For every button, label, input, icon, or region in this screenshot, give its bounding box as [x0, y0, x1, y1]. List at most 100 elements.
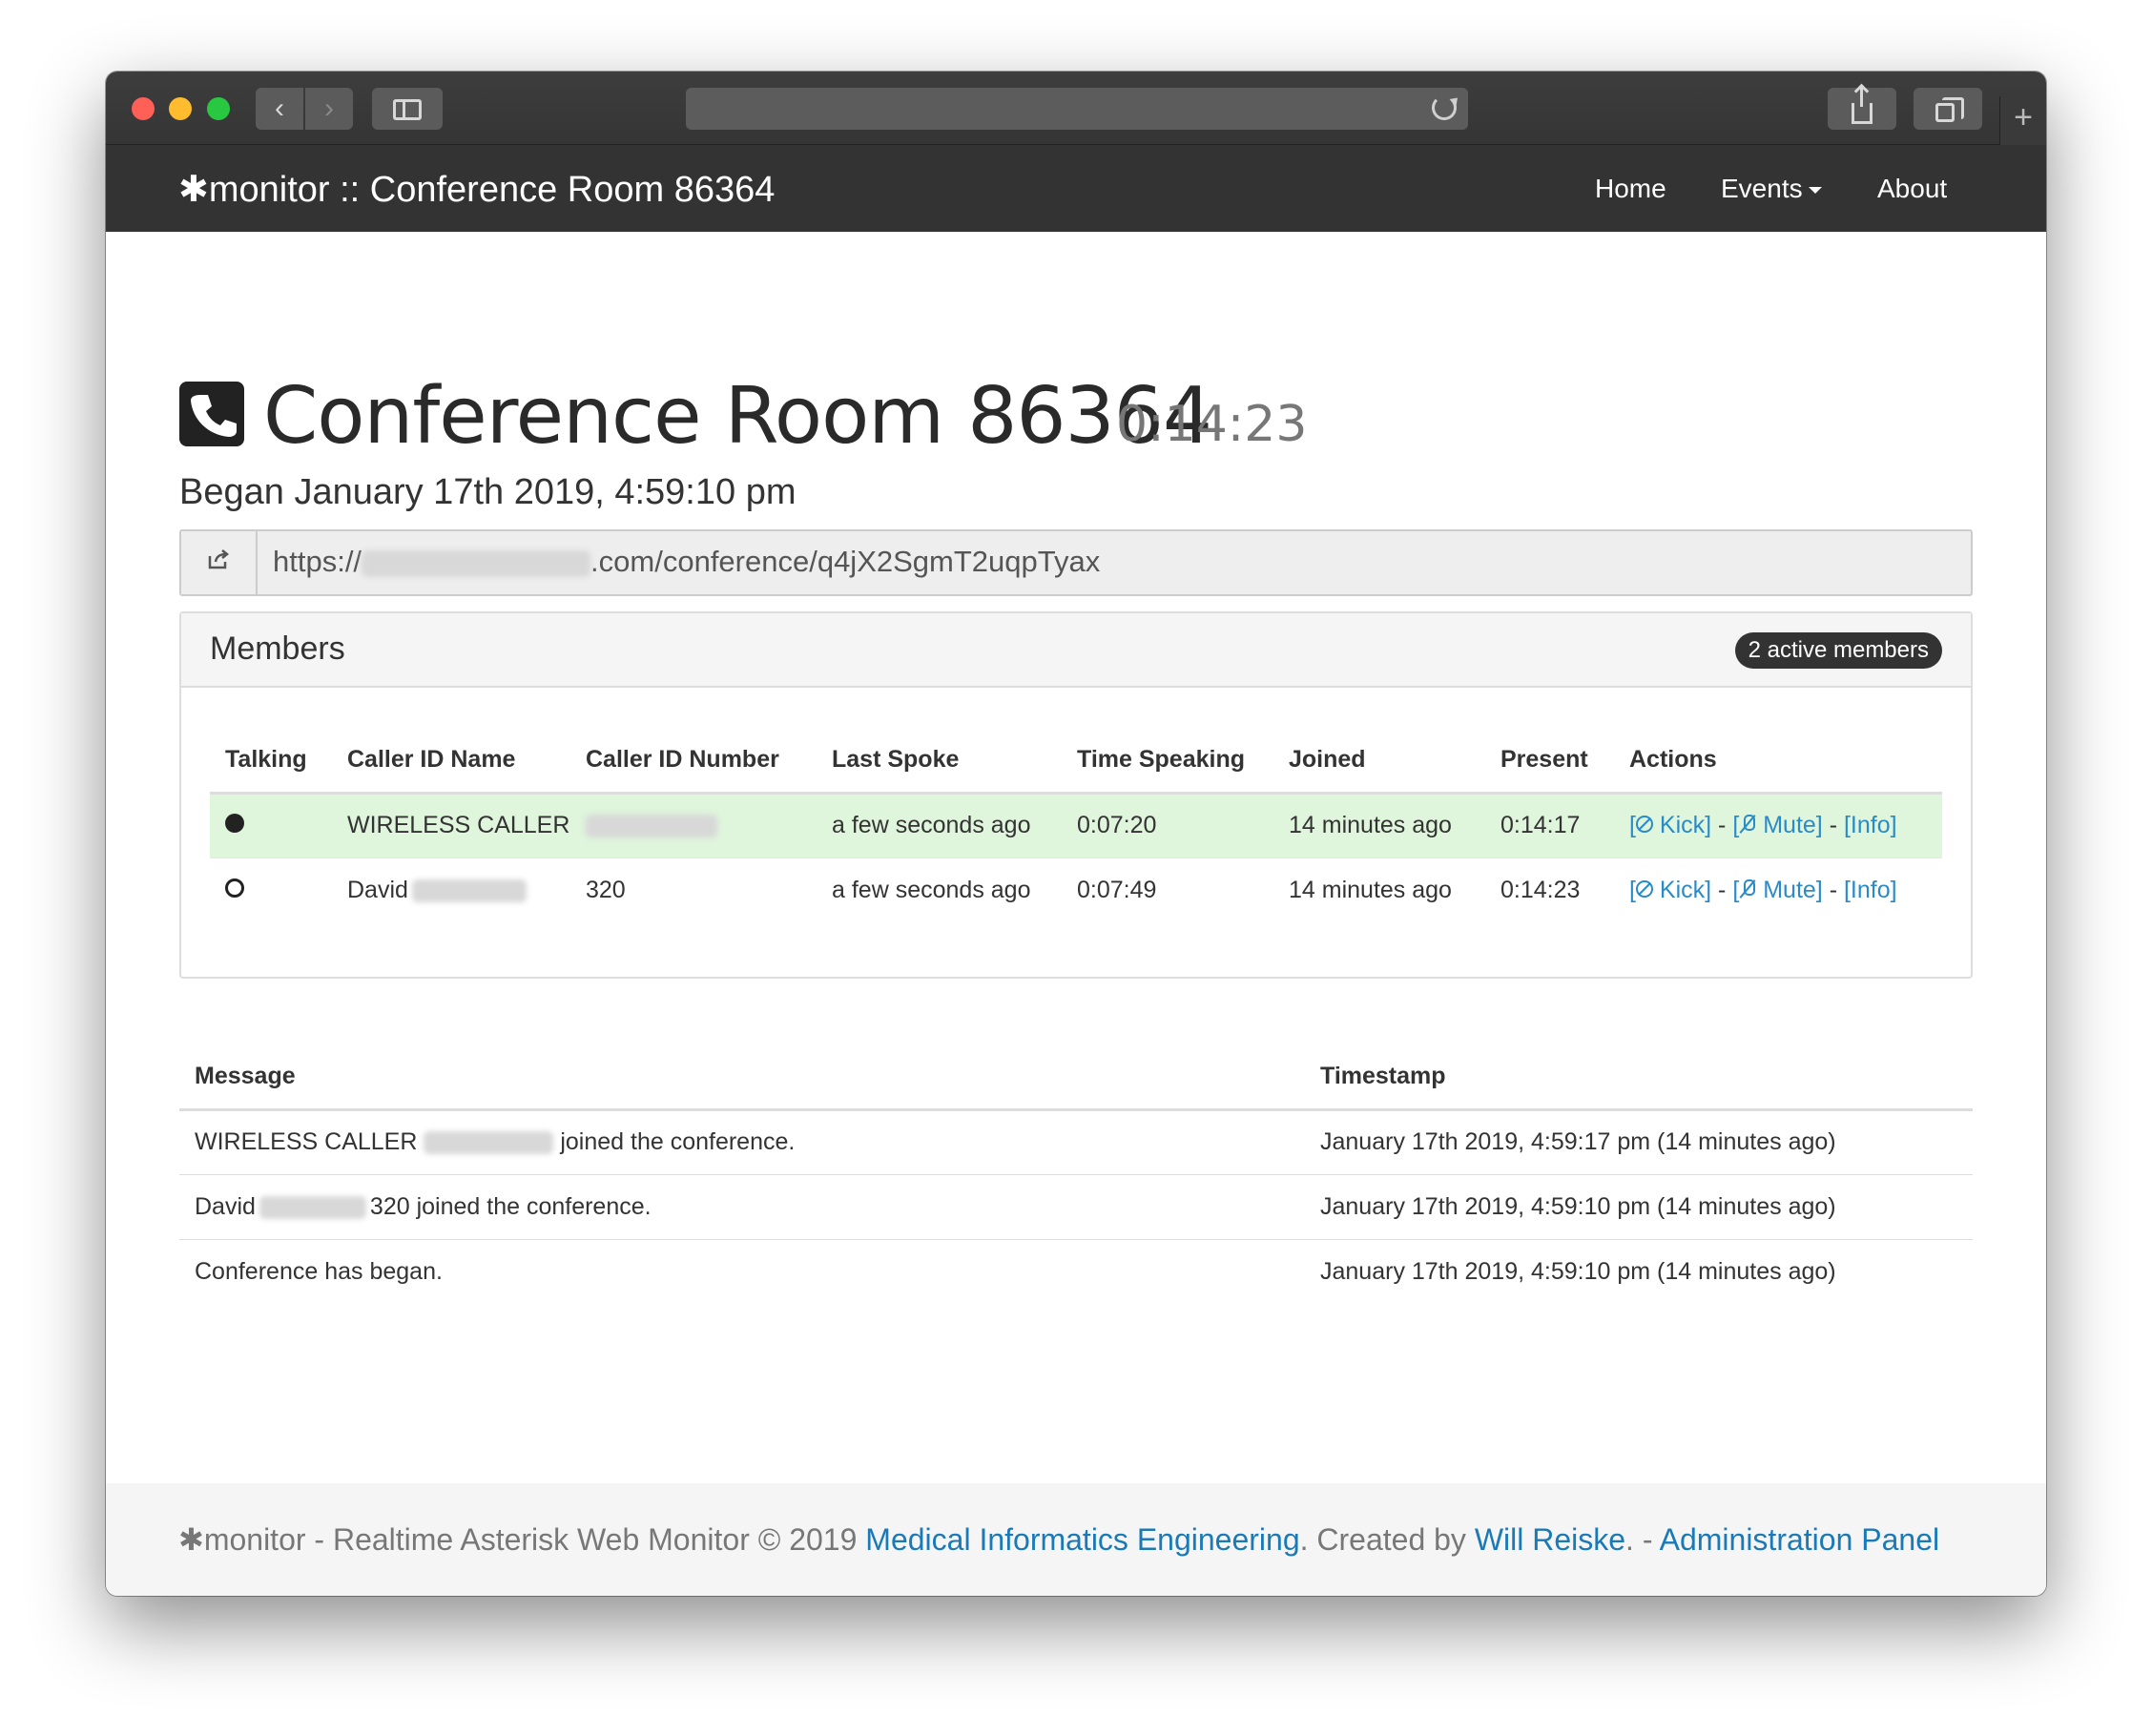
conference-url-field[interactable]: https:// .com/conference/q4jX2SgmT2uqpTya… — [273, 545, 1100, 579]
share-link-icon — [181, 531, 258, 594]
chevron-left-icon: ‹ — [275, 93, 284, 124]
nav-home[interactable]: Home — [1595, 174, 1666, 204]
members-panel-heading: Members 2 active members — [181, 613, 1971, 688]
redacted-surname — [411, 879, 527, 903]
action-separator: - — [1822, 812, 1844, 838]
brand-text: monitor :: Conference Room 86364 — [208, 170, 776, 210]
nav-about[interactable]: About — [1877, 174, 1947, 204]
col-timestamp: Timestamp — [1305, 1044, 1973, 1111]
kick-link[interactable]: [ Kick] — [1629, 812, 1711, 838]
redacted-number — [586, 815, 717, 838]
nav-events-label: Events — [1721, 174, 1803, 203]
close-window-button[interactable] — [132, 97, 155, 120]
message-cell: David 320 joined the conference. — [179, 1173, 1305, 1239]
show-tabs-button[interactable] — [1914, 88, 1982, 130]
chevron-right-icon: › — [324, 93, 334, 124]
ban-icon — [1635, 816, 1653, 834]
message-row: Conference has began. January 17th 2019,… — [179, 1238, 1973, 1304]
caller-id-name-cell: WIRELESS CALLER — [332, 792, 570, 858]
talking-cell — [210, 792, 332, 858]
message-row: David 320 joined the conference. January … — [179, 1173, 1973, 1239]
redacted-surname — [259, 1195, 366, 1219]
col-message: Message — [179, 1044, 1305, 1111]
talking-indicator-icon — [225, 814, 244, 833]
action-separator: - — [1711, 812, 1733, 838]
joined-cell: 14 minutes ago — [1273, 792, 1485, 858]
app-navbar: ✱monitor :: Conference Room 86364 Home E… — [106, 145, 2046, 232]
timestamp-cell: January 17th 2019, 4:59:10 pm (14 minute… — [1305, 1238, 1973, 1304]
sidebar-icon — [393, 99, 422, 121]
joined-cell: 14 minutes ago — [1273, 857, 1485, 922]
back-button[interactable]: ‹ — [256, 88, 303, 130]
col-time-speaking: Time Speaking — [1062, 728, 1273, 795]
brand[interactable]: ✱monitor :: Conference Room 86364 — [178, 168, 775, 211]
mute-link[interactable]: [ Mute] — [1732, 812, 1822, 838]
caller-id-number-cell — [570, 792, 817, 858]
url-prefix: https:// — [273, 545, 362, 578]
minimize-window-button[interactable] — [169, 97, 192, 120]
page-footer: ✱monitor - Realtime Asterisk Web Monitor… — [106, 1483, 2046, 1596]
action-separator: - — [1822, 876, 1844, 903]
active-members-badge: 2 active members — [1734, 632, 1942, 669]
sidebar-toggle-button[interactable] — [372, 88, 443, 130]
last-spoke-cell: a few seconds ago — [817, 857, 1062, 922]
ban-icon — [1635, 880, 1653, 899]
caller-id-number-cell: 320 — [570, 857, 817, 922]
time-speaking-cell: 0:07:20 — [1062, 792, 1273, 858]
footer-link-admin[interactable]: Administration Panel — [1660, 1522, 1939, 1557]
member-row: WIRELESS CALLER a few seconds ago 0:07:2… — [210, 792, 1942, 858]
message-row: WIRELESS CALLER joined the conference. J… — [179, 1109, 1973, 1174]
share-icon — [1852, 88, 1873, 125]
kick-link[interactable]: [ Kick] — [1629, 877, 1711, 903]
phone-icon — [179, 382, 244, 446]
members-panel: Members 2 active members Talking Caller … — [179, 611, 1973, 979]
action-separator: - — [1711, 876, 1733, 903]
redacted-domain — [362, 549, 591, 577]
tabs-icon — [1935, 97, 1964, 123]
asterisk-icon: ✱ — [178, 170, 209, 210]
col-caller-id-number: Caller ID Number — [570, 728, 817, 795]
address-bar[interactable] — [686, 88, 1468, 130]
redacted-number — [424, 1131, 554, 1155]
asterisk-icon: ✱ — [178, 1522, 204, 1557]
col-last-spoke: Last Spoke — [817, 728, 1062, 795]
col-caller-id-name: Caller ID Name — [332, 728, 570, 795]
conference-url-group: https:// .com/conference/q4jX2SgmT2uqpTya… — [179, 529, 1973, 596]
last-spoke-cell: a few seconds ago — [817, 792, 1062, 858]
browser-toolbar: ‹ › + — [106, 72, 2046, 145]
new-tab-button[interactable]: + — [1999, 96, 2046, 145]
col-talking: Talking — [210, 728, 332, 795]
began-timestamp: Began January 17th 2019, 4:59:10 pm — [179, 472, 797, 512]
microphone-slash-icon — [1739, 879, 1756, 899]
members-table-header: Talking Caller ID Name Caller ID Number … — [210, 728, 1942, 795]
footer-link-author[interactable]: Will Reiske — [1475, 1522, 1625, 1557]
footer-link-mie[interactable]: Medical Informatics Engineering — [865, 1522, 1299, 1557]
footer-text: ✱monitor - Realtime Asterisk Web Monitor… — [178, 1522, 1940, 1557]
message-cell: WIRELESS CALLER joined the conference. — [195, 1128, 796, 1155]
plus-icon: + — [2014, 99, 2033, 135]
browser-window: ‹ › + ✱monitor :: Conference Room 86364 … — [106, 72, 2046, 1596]
caller-id-name-cell: David — [332, 857, 570, 922]
caret-down-icon — [1808, 187, 1822, 195]
members-table: Talking Caller ID Name Caller ID Number … — [210, 728, 1942, 922]
messages-table-header: Message Timestamp — [179, 1044, 1973, 1111]
messages-table: Message Timestamp WIRELESS CALLER joined… — [179, 1044, 1973, 1304]
reload-icon[interactable] — [1432, 95, 1457, 120]
forward-button[interactable]: › — [305, 88, 353, 130]
col-present: Present — [1485, 728, 1614, 795]
talking-cell — [210, 857, 332, 922]
nav-events-dropdown[interactable]: Events — [1721, 174, 1822, 204]
page-title: Conference Room 86364 — [263, 371, 1212, 462]
present-cell: 0:14:23 — [1485, 857, 1614, 922]
col-actions: Actions — [1614, 728, 1942, 795]
info-link[interactable]: [Info] — [1844, 877, 1897, 903]
not-talking-indicator-icon — [225, 878, 244, 898]
info-link[interactable]: [Info] — [1844, 812, 1897, 838]
share-button[interactable] — [1828, 88, 1896, 130]
zoom-window-button[interactable] — [207, 97, 230, 120]
mute-link[interactable]: [ Mute] — [1732, 877, 1822, 903]
actions-cell: [ Kick] - [ Mute] - [Info] — [1614, 792, 1942, 858]
present-cell: 0:14:17 — [1485, 792, 1614, 858]
actions-cell: [ Kick] - [ Mute] - [Info] — [1614, 857, 1942, 922]
elapsed-time: 0:14:23 — [1116, 396, 1308, 453]
